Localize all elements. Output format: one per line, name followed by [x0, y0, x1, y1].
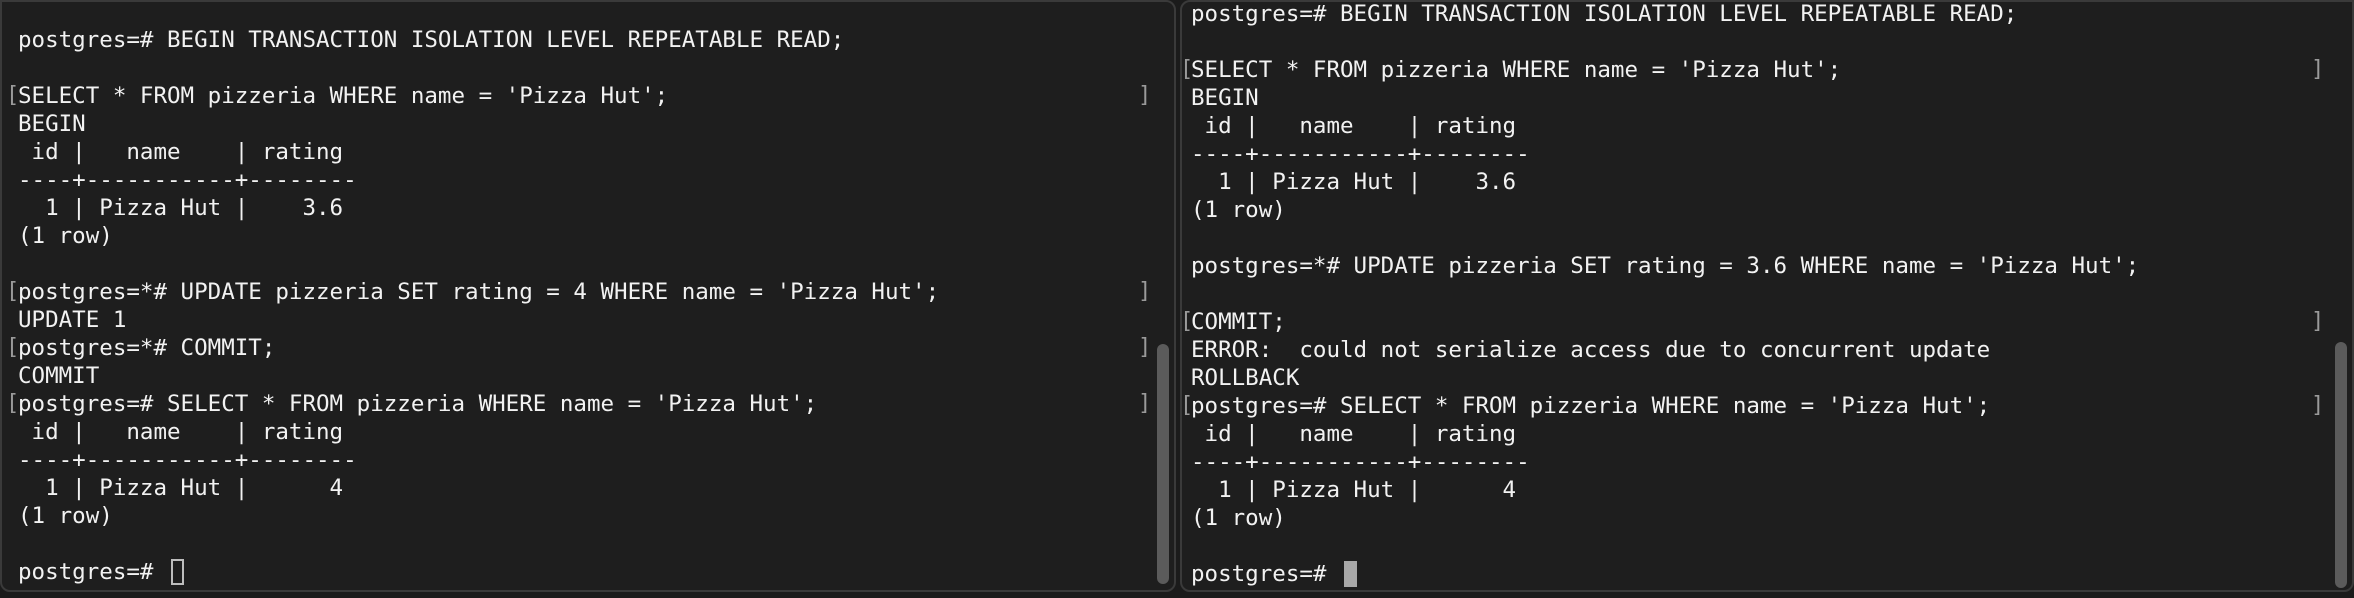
- selection-bracket-left: [: [6, 83, 20, 108]
- selection-bracket-left: [: [6, 335, 20, 360]
- terminal-line: (1 row): [18, 223, 113, 249]
- terminal-line: postgres=# SELECT * FROM pizzeria WHERE …: [1191, 393, 1991, 419]
- selection-bracket-right: ]: [1138, 279, 1152, 304]
- terminal-prompt: postgres=#: [1191, 561, 1341, 587]
- terminal-prompt-line[interactable]: postgres=#: [18, 558, 185, 586]
- selection-bracket-right: ]: [2311, 57, 2325, 82]
- terminal-line: id | name | rating: [1191, 113, 1517, 139]
- terminal-line: (1 row): [1191, 505, 1286, 531]
- selection-bracket-left: [: [1180, 57, 1194, 82]
- terminal-line: ----+-----------+--------: [18, 167, 357, 193]
- selection-bracket-right: ]: [1138, 335, 1152, 360]
- terminal-line: 1 | Pizza Hut | 3.6: [1191, 169, 1517, 195]
- terminal-line: (1 row): [18, 503, 113, 529]
- text-cursor: [171, 559, 185, 585]
- text-cursor: [1344, 561, 1358, 587]
- left-terminal-output: postgres=# BEGIN TRANSACTION ISOLATION L…: [2, 2, 1174, 590]
- terminal-line: ERROR: could not serialize access due to…: [1191, 337, 1991, 363]
- terminal-line: postgres=*# COMMIT;: [18, 335, 276, 361]
- selection-bracket-right: ]: [2311, 393, 2325, 418]
- right-terminal-pane[interactable]: postgres=# BEGIN TRANSACTION ISOLATION L…: [1180, 0, 2354, 592]
- right-terminal-output: postgres=# BEGIN TRANSACTION ISOLATION L…: [1182, 2, 2352, 590]
- left-terminal-pane[interactable]: postgres=# BEGIN TRANSACTION ISOLATION L…: [0, 0, 1176, 592]
- terminal-split-view: postgres=# BEGIN TRANSACTION ISOLATION L…: [0, 0, 2354, 598]
- terminal-line: postgres=# BEGIN TRANSACTION ISOLATION L…: [1191, 1, 2018, 27]
- selection-bracket-left: [: [1180, 309, 1194, 334]
- terminal-line: id | name | rating: [18, 139, 344, 165]
- terminal-line: 1 | Pizza Hut | 4: [1191, 477, 1517, 503]
- right-scrollbar-thumb[interactable]: [2335, 342, 2347, 588]
- terminal-prompt-line[interactable]: postgres=#: [1191, 560, 1358, 588]
- terminal-prompt: postgres=#: [18, 559, 168, 585]
- terminal-line: ----+-----------+--------: [18, 447, 357, 473]
- terminal-line: 1 | Pizza Hut | 4: [18, 475, 344, 501]
- selection-bracket-left: [: [6, 279, 20, 304]
- terminal-line: postgres=*# UPDATE pizzeria SET rating =…: [18, 279, 940, 305]
- selection-bracket-left: [: [1180, 393, 1194, 418]
- terminal-line: SELECT * FROM pizzeria WHERE name = 'Piz…: [1191, 57, 1842, 83]
- terminal-line: COMMIT;: [1191, 309, 1286, 335]
- right-scrollbar[interactable]: [2332, 2, 2350, 590]
- left-scrollbar[interactable]: [1154, 2, 1172, 590]
- terminal-line: id | name | rating: [1191, 421, 1517, 447]
- terminal-line: postgres=*# UPDATE pizzeria SET rating =…: [1191, 253, 2140, 279]
- terminal-line: ROLLBACK: [1191, 365, 1300, 391]
- left-scrollbar-thumb[interactable]: [1157, 344, 1169, 584]
- terminal-line: ----+-----------+--------: [1191, 141, 1530, 167]
- terminal-line: UPDATE 1: [18, 307, 127, 333]
- terminal-line: BEGIN: [1191, 85, 1259, 111]
- terminal-line: postgres=# BEGIN TRANSACTION ISOLATION L…: [18, 27, 845, 53]
- terminal-line: id | name | rating: [18, 419, 344, 445]
- terminal-line: (1 row): [1191, 197, 1286, 223]
- terminal-line: SELECT * FROM pizzeria WHERE name = 'Piz…: [18, 83, 669, 109]
- terminal-line: BEGIN: [18, 111, 86, 137]
- selection-bracket-right: ]: [1138, 391, 1152, 416]
- terminal-line: ----+-----------+--------: [1191, 449, 1530, 475]
- terminal-line: postgres=# SELECT * FROM pizzeria WHERE …: [18, 391, 818, 417]
- selection-bracket-right: ]: [1138, 83, 1152, 108]
- terminal-line: 1 | Pizza Hut | 3.6: [18, 195, 344, 221]
- terminal-line: COMMIT: [18, 363, 100, 389]
- selection-bracket-left: [: [6, 391, 20, 416]
- selection-bracket-right: ]: [2311, 309, 2325, 334]
